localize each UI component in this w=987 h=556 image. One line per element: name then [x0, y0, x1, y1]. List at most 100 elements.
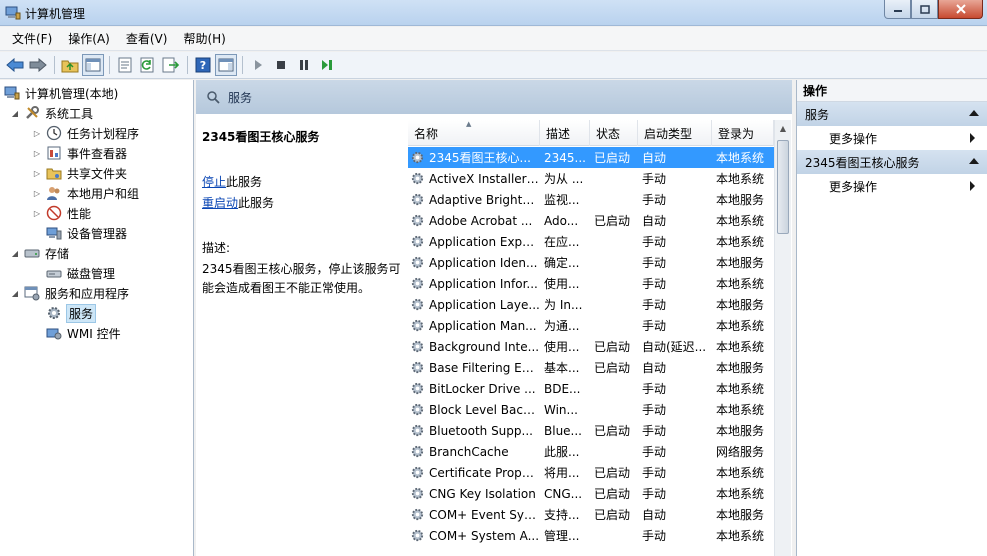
expand-icon[interactable]: ▷	[32, 149, 42, 158]
service-startup-type-cell: 自动	[642, 214, 667, 228]
table-row[interactable]: Application Laye... 为 In... 手动 本地服务	[408, 294, 774, 315]
table-row[interactable]: Block Level Back... Win... 手动 本地系统	[408, 399, 774, 420]
actions-section-services[interactable]: 服务	[797, 102, 987, 126]
service-description-cell: 监视...	[544, 193, 580, 207]
tree-item-performance[interactable]: ▷ 性能	[32, 203, 91, 223]
table-row[interactable]: Background Inte... 使用... 已启动 自动(延迟... 本地系统	[408, 336, 774, 357]
collapse-up-icon[interactable]	[969, 158, 979, 164]
shared-folder-icon	[46, 168, 62, 180]
stop-service-link[interactable]: 停止	[202, 175, 226, 189]
column-header-status[interactable]: 状态	[590, 120, 638, 146]
table-row[interactable]: CNG Key Isolation CNG... 已启动 手动 本地系统	[408, 483, 774, 504]
table-row[interactable]: Bluetooth Supp... Blue... 已启动 手动 本地服务	[408, 420, 774, 441]
expand-icon[interactable]: ▷	[32, 209, 42, 218]
table-row[interactable]: Application Man... 为通... 手动 本地系统	[408, 315, 774, 336]
menu-action[interactable]: 操作(A)	[62, 28, 116, 49]
toolbar-separator	[242, 56, 243, 74]
column-header-startup-type[interactable]: 启动类型	[638, 120, 712, 146]
table-row[interactable]: BitLocker Drive ... BDE... 手动 本地系统	[408, 378, 774, 399]
pause-icon	[300, 60, 308, 70]
column-header-name[interactable]: 名称 ▲	[408, 120, 540, 146]
service-name-text: Adaptive Brightn...	[429, 192, 540, 207]
console-tree-icon	[85, 58, 101, 72]
service-gear-icon	[411, 529, 424, 542]
show-hide-action-pane-button[interactable]	[215, 54, 237, 76]
tree-item-local-users-groups[interactable]: ▷ 本地用户和组	[32, 183, 139, 203]
services-gear-icon	[48, 307, 60, 319]
back-button[interactable]	[4, 54, 26, 76]
minimize-button[interactable]	[884, 0, 911, 19]
table-row[interactable]: Adobe Acrobat ... Ado... 已启动 自动 本地系统	[408, 210, 774, 231]
restart-service-link[interactable]: 重启动	[202, 196, 238, 210]
restart-icon	[322, 60, 332, 70]
table-row[interactable]: Base Filtering En... 基本... 已启动 自动 本地服务	[408, 357, 774, 378]
actions-section-label: 2345看图王核心服务	[805, 155, 920, 170]
service-name-text: Adobe Acrobat ...	[429, 213, 533, 228]
column-header-description[interactable]: 描述	[540, 120, 590, 146]
collapse-icon[interactable]: ◢	[10, 289, 20, 298]
menu-view[interactable]: 查看(V)	[120, 28, 174, 49]
table-row[interactable]: Adaptive Brightn... 监视... 手动 本地服务	[408, 189, 774, 210]
table-row[interactable]: Application Infor... 使用... 手动 本地系统	[408, 273, 774, 294]
expand-icon[interactable]: ▷	[32, 189, 42, 198]
more-actions-services[interactable]: 更多操作	[797, 126, 987, 150]
scroll-up-icon[interactable]: ▲	[775, 120, 791, 137]
tree-item-computer-management[interactable]: 计算机管理(本地)	[4, 83, 118, 103]
service-description-cell: 2345...	[544, 150, 586, 165]
export-list-button[interactable]	[160, 54, 182, 76]
tree-item-shared-folders[interactable]: ▷ 共享文件夹	[32, 163, 127, 183]
service-name-cell: Application Infor...	[408, 276, 540, 291]
pause-service-button[interactable]	[293, 54, 315, 76]
table-row[interactable]: COM+ Event Sys... 支持... 已启动 自动 本地服务	[408, 504, 774, 525]
vertical-scrollbar[interactable]: ▲	[774, 120, 791, 556]
properties-button[interactable]	[114, 54, 136, 76]
table-row[interactable]: COM+ System A... 管理... 手动 本地系统	[408, 525, 774, 546]
tree-item-disk-management[interactable]: 磁盘管理	[46, 263, 115, 283]
toolbar-separator	[187, 56, 188, 74]
collapse-icon[interactable]: ◢	[10, 249, 20, 258]
help-button[interactable]: ?	[192, 54, 214, 76]
service-status-cell: 已启动	[594, 361, 631, 375]
start-service-button[interactable]	[247, 54, 269, 76]
service-logon-cell: 本地系统	[716, 529, 765, 543]
stop-service-button[interactable]	[270, 54, 292, 76]
restart-service-button[interactable]	[316, 54, 338, 76]
refresh-button[interactable]	[137, 54, 159, 76]
expand-icon[interactable]: ▷	[32, 169, 42, 178]
menu-help[interactable]: 帮助(H)	[177, 28, 231, 49]
collapse-up-icon[interactable]	[969, 110, 979, 116]
service-gear-icon	[411, 361, 424, 374]
tree-item-services[interactable]: 服务	[46, 303, 97, 323]
table-row[interactable]: Certificate Propa... 将用... 已启动 手动 本地系统	[408, 462, 774, 483]
forward-button[interactable]	[27, 54, 49, 76]
service-gear-icon	[411, 424, 424, 437]
tree-item-device-manager[interactable]: 设备管理器	[46, 223, 127, 243]
service-gear-icon	[411, 319, 424, 332]
table-row[interactable]: Application Expe... 在应... 手动 本地系统	[408, 231, 774, 252]
tree-item-label: 服务和应用程序	[45, 286, 130, 301]
tree-item-task-scheduler[interactable]: ▷ 任务计划程序	[32, 123, 139, 143]
table-row[interactable]: ActiveX Installer ... 为从 ... 手动 本地系统	[408, 168, 774, 189]
tree-item-storage[interactable]: ◢ 存储	[10, 243, 69, 263]
table-row[interactable]: 2345看图王核心... 2345... 已启动 自动 本地系统	[408, 147, 774, 168]
close-button[interactable]	[938, 0, 983, 19]
service-startup-type-cell: 手动	[642, 487, 667, 501]
tree-item-services-applications[interactable]: ◢ 服务和应用程序	[10, 283, 129, 303]
service-gear-icon	[411, 151, 424, 164]
up-level-button[interactable]	[59, 54, 81, 76]
table-row[interactable]: BranchCache 此服... 手动 网络服务	[408, 441, 774, 462]
expand-icon[interactable]: ▷	[32, 129, 42, 138]
table-row[interactable]: Application Iden... 确定... 手动 本地服务	[408, 252, 774, 273]
maximize-button[interactable]	[911, 0, 938, 19]
column-header-log-on-as[interactable]: 登录为	[712, 120, 774, 146]
tree-item-system-tools[interactable]: ◢ 系统工具	[10, 103, 93, 123]
scrollbar-thumb[interactable]	[777, 140, 789, 234]
more-actions-selected-service[interactable]: 更多操作	[797, 174, 987, 198]
tree-item-event-viewer[interactable]: ▷ 事件查看器	[32, 143, 127, 163]
collapse-icon[interactable]: ◢	[10, 109, 20, 118]
show-hide-tree-button[interactable]	[82, 54, 104, 76]
service-name-cell: Application Iden...	[408, 255, 540, 270]
actions-section-selected-service[interactable]: 2345看图王核心服务	[797, 150, 987, 174]
menu-file[interactable]: 文件(F)	[6, 28, 58, 49]
tree-item-wmi-control[interactable]: WMI 控件	[46, 323, 121, 343]
